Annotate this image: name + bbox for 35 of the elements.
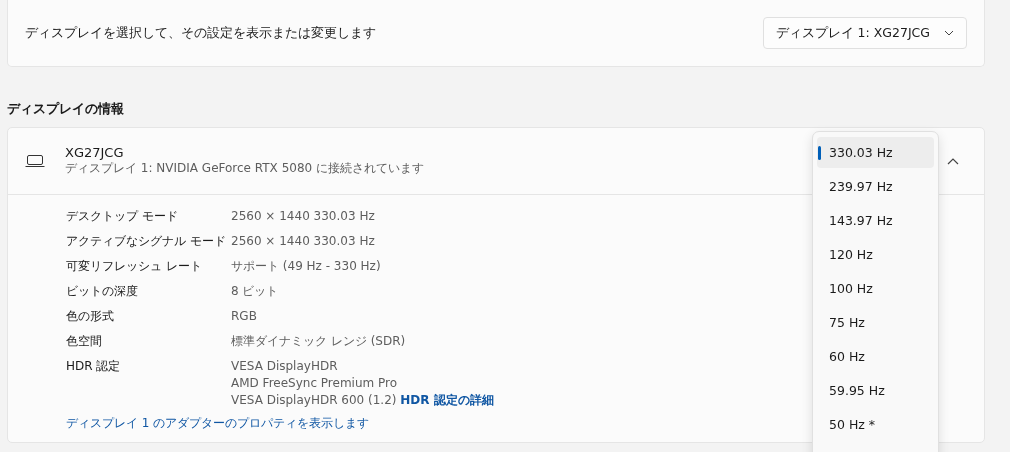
detail-label: 可変リフレッシュ レート [66,258,203,275]
detail-label: アクティブなシグナル モード [66,233,227,250]
menu-item[interactable]: 50 Hz * [817,409,934,440]
detail-label: HDR 認定 [66,358,122,375]
chevron-up-icon[interactable] [947,157,959,165]
menu-item[interactable]: 60 Hz [817,341,934,372]
detail-value: 標準ダイナミック レンジ (SDR) [231,333,406,350]
menu-item[interactable]: 330.03 Hz [817,137,934,168]
menu-item[interactable]: 100 Hz [817,273,934,304]
detail-label: デスクトップ モード [66,208,179,225]
detail-label: 色の形式 [66,308,115,325]
menu-item[interactable]: 59.95 Hz [817,375,934,406]
display-connection: ディスプレイ 1: NVIDIA GeForce RTX 5080 に接続されています [65,160,424,177]
detail-value: RGB [231,308,257,325]
detail-value: サポート (49 Hz - 330 Hz) [231,258,381,275]
detail-label: ビットの深度 [66,283,139,300]
detail-value: VESA DisplayHDR [231,358,338,375]
select-display-label: ディスプレイを選択して、その設定を表示または変更します [25,24,376,42]
chevron-down-icon [944,30,954,36]
section-title: ディスプレイの情報 [7,100,125,118]
menu-item[interactable]: 75 Hz [817,307,934,338]
detail-value: 8 ビット [231,283,279,300]
detail-value: AMD FreeSync Premium Pro [231,375,398,392]
hdr-details-link[interactable]: HDR 認定の詳細 [400,393,494,407]
detail-value: 2560 × 1440 330.03 Hz [231,233,375,250]
menu-item[interactable]: 120 Hz [817,239,934,270]
detail-label: 色空間 [66,333,103,350]
display-dropdown[interactable]: ディスプレイ 1: XG27JCG [762,17,967,49]
detail-value: 2560 × 1440 330.03 Hz [231,208,375,225]
adapter-properties-link[interactable]: ディスプレイ 1 のアダプターのプロパティを表示します [66,415,370,432]
menu-item[interactable]: 143.97 Hz [817,205,934,236]
laptop-icon [25,154,45,168]
detail-value: VESA DisplayHDR 600 (1.2) HDR 認定の詳細 [231,392,494,409]
menu-item[interactable]: 239.97 Hz [817,171,934,202]
display-name: XG27JCG [65,145,124,160]
